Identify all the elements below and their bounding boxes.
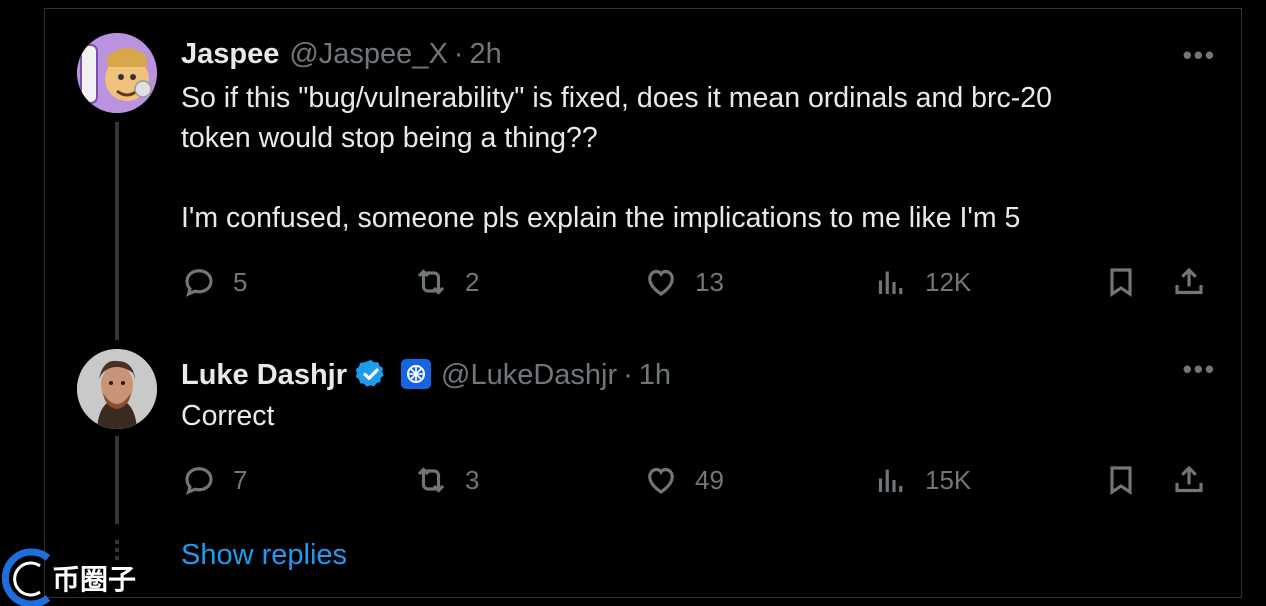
tweet-actions: 5 2 13 12K xyxy=(181,264,1211,304)
like-count: 49 xyxy=(695,465,724,495)
reply-button[interactable]: 7 xyxy=(181,462,247,498)
author-handle[interactable]: @Jaspee_X xyxy=(289,38,447,71)
more-icon[interactable]: ••• xyxy=(1183,40,1216,71)
views-count: 15K xyxy=(925,465,972,495)
author-handle[interactable]: @LukeDashjr xyxy=(441,359,617,392)
retweet-count: 2 xyxy=(465,267,480,297)
thread-line xyxy=(115,122,119,340)
separator: · xyxy=(623,359,633,391)
tweet-text: Correct xyxy=(181,396,274,436)
retweet-icon xyxy=(417,467,445,493)
thread-line xyxy=(115,436,119,524)
bookmark-button[interactable] xyxy=(1103,462,1155,498)
share-button[interactable] xyxy=(1171,264,1223,300)
watermark-text: 币圈子 xyxy=(52,563,137,596)
share-icon xyxy=(1175,267,1203,295)
author-name[interactable]: Jaspee xyxy=(181,38,279,71)
views-icon xyxy=(878,469,903,492)
retweet-icon xyxy=(417,269,445,295)
author-name[interactable]: Luke Dashjr xyxy=(181,359,347,392)
show-replies-link[interactable]: Show replies xyxy=(181,539,347,572)
bookmark-icon xyxy=(1110,466,1132,495)
avatar-jaspee[interactable] xyxy=(77,33,157,113)
like-button[interactable]: 49 xyxy=(643,462,724,498)
tweet-text: So if this "bug/vulnerability" is fixed,… xyxy=(181,78,1052,238)
views-count: 12K xyxy=(925,267,972,297)
more-icon[interactable]: ••• xyxy=(1183,354,1216,385)
tweet-text-line: So if this "bug/vulnerability" is fixed,… xyxy=(181,82,1052,114)
reply-icon xyxy=(185,467,213,495)
reply-icon xyxy=(185,269,213,297)
tweet-header: Luke Dashjr @LukeDashjr · 1h xyxy=(181,352,671,392)
reply-count: 5 xyxy=(233,267,248,297)
reply-button[interactable]: 5 xyxy=(181,264,247,300)
tweet-actions: 7 3 49 15K xyxy=(181,462,1211,502)
tweet-text-line: token would stop being a thing?? xyxy=(181,122,598,154)
separator: · xyxy=(453,38,464,70)
tweet-text-line: Correct xyxy=(181,400,275,432)
retweet-button[interactable]: 2 xyxy=(413,264,479,300)
bookmark-icon xyxy=(1110,268,1132,297)
retweet-count: 3 xyxy=(465,465,480,495)
views-icon xyxy=(878,271,903,294)
tweet-time[interactable]: 2h xyxy=(469,38,501,71)
retweet-button[interactable]: 3 xyxy=(413,462,479,498)
avatar-lukedashjr[interactable] xyxy=(77,349,157,429)
bookmark-button[interactable] xyxy=(1103,264,1155,300)
views-button[interactable]: 15K xyxy=(873,462,971,498)
reply-count: 7 xyxy=(233,465,248,495)
like-icon xyxy=(648,269,674,296)
watermark-logo: 币圈子 xyxy=(0,548,150,606)
org-badge-icon[interactable] xyxy=(401,359,431,389)
views-button[interactable]: 12K xyxy=(873,264,971,300)
like-count: 13 xyxy=(695,267,724,297)
tweet-time[interactable]: 1h xyxy=(639,359,671,392)
tweet-text-line: I'm confused, someone pls explain the im… xyxy=(181,202,1021,234)
verified-badge-icon[interactable] xyxy=(355,358,387,390)
share-button[interactable] xyxy=(1171,462,1223,498)
like-icon xyxy=(648,467,674,494)
like-button[interactable]: 13 xyxy=(643,264,724,300)
share-icon xyxy=(1175,465,1203,493)
tweet-header: Jaspee @Jaspee_X · 2h xyxy=(181,38,502,71)
